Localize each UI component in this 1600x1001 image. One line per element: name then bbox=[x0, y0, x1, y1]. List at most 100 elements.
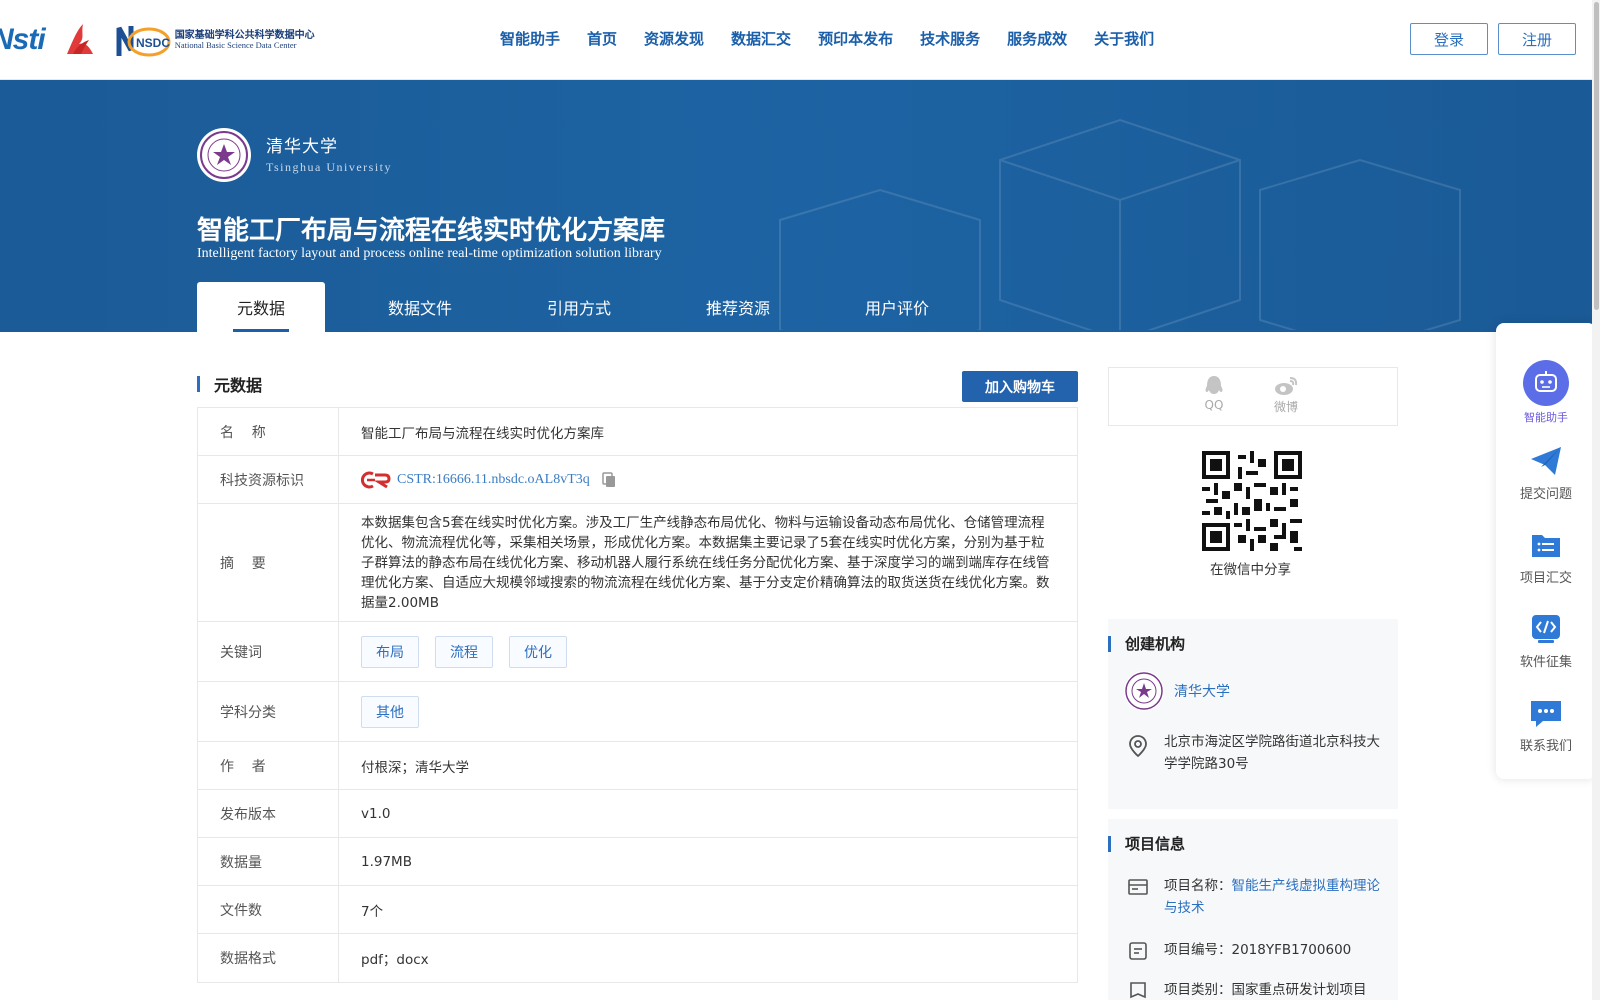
dataset-name-value: 智能工厂布局与流程在线实时优化方案库 bbox=[361, 425, 604, 442]
keywords-field: 布局 流程 优化 bbox=[339, 622, 1077, 681]
author-value: 付根深；清华大学 bbox=[361, 759, 469, 776]
float-label: 联系我们 bbox=[1519, 739, 1572, 754]
project-type-label: 项目类别： bbox=[1164, 982, 1232, 998]
float-project-submission[interactable]: 项目汇交 bbox=[1496, 529, 1596, 586]
brand-swirl-logo[interactable] bbox=[59, 20, 99, 60]
creator-card: 创建机构 清华大学 北京市海淀区学院路街道北京科技大学学院路30号 bbox=[1108, 619, 1398, 809]
share-box: QQ 微博 bbox=[1108, 367, 1398, 426]
float-ai-assistant[interactable]: 智能助手 bbox=[1496, 359, 1596, 425]
table-row: 关键词 布局 流程 优化 bbox=[198, 622, 1077, 682]
wechat-share-label: 在微信中分享 bbox=[1210, 562, 1291, 578]
nav-resource-discovery[interactable]: 资源发现 bbox=[644, 28, 704, 49]
project-card-icon bbox=[1128, 879, 1148, 895]
project-name-row: 项目名称：智能生产线虚拟重构理论与技术 bbox=[1128, 875, 1388, 919]
float-label: 提交问题 bbox=[1519, 487, 1572, 502]
logo-group: Nsti NSDC 国家基础学科公共科学数据中心 National Basic … bbox=[0, 18, 315, 62]
table-row: 科技资源标识 CSTR:16666.11.nbsdc.oAL8vT3q bbox=[198, 456, 1077, 504]
org-seal-icon bbox=[1124, 671, 1164, 711]
version-value: v1.0 bbox=[361, 805, 391, 822]
org-name-link[interactable]: 清华大学 bbox=[1174, 681, 1230, 701]
section-accent-bar bbox=[197, 376, 200, 392]
tab-user-reviews[interactable]: 用户评价 bbox=[833, 282, 961, 332]
weibo-icon bbox=[1275, 377, 1298, 395]
project-card-header: 项目信息 bbox=[1108, 833, 1185, 854]
code-icon bbox=[1532, 615, 1560, 643]
nsdc-logo[interactable]: NSDC 国家基础学科公共科学数据中心 National Basic Scien… bbox=[113, 20, 315, 60]
nav-data-submission[interactable]: 数据汇交 bbox=[731, 28, 791, 49]
float-label: 项目汇交 bbox=[1519, 571, 1572, 586]
field-label: 学科分类 bbox=[198, 682, 339, 741]
org-address: 北京市海淀区学院路街道北京科技大学学院路30号 bbox=[1164, 734, 1380, 772]
chat-bubble-icon bbox=[1531, 701, 1561, 727]
add-to-cart-button[interactable]: 加入购物车 bbox=[962, 371, 1078, 402]
subject-tag[interactable]: 其他 bbox=[361, 695, 419, 728]
metadata-section-header: 元数据 bbox=[197, 372, 262, 396]
subject-field: 其他 bbox=[339, 682, 1077, 741]
project-code-value: 2018YFB1700600 bbox=[1231, 942, 1352, 958]
nav-service-results[interactable]: 服务成效 bbox=[1007, 28, 1067, 49]
institution-name-en: Tsinghua University bbox=[266, 160, 392, 174]
data-size-value: 1.97MB bbox=[361, 853, 412, 870]
creator-card-title: 创建机构 bbox=[1125, 635, 1186, 653]
table-row: 数据量 1.97MB bbox=[198, 838, 1077, 886]
wechat-qr-code[interactable] bbox=[1202, 451, 1302, 551]
file-count-value: 7个 bbox=[361, 903, 384, 920]
field-label: 数据格式 bbox=[198, 934, 339, 982]
cstr-link[interactable]: CSTR:16666.11.nbsdc.oAL8vT3q bbox=[397, 472, 590, 488]
field-label: 摘 要 bbox=[198, 504, 339, 621]
table-row: 发布版本 v1.0 bbox=[198, 790, 1077, 838]
table-row: 名 称 智能工厂布局与流程在线实时优化方案库 bbox=[198, 408, 1077, 456]
nav-preprint[interactable]: 预印本发布 bbox=[818, 28, 893, 49]
tab-metadata[interactable]: 元数据 bbox=[197, 282, 325, 332]
svg-text:NSDC: NSDC bbox=[136, 36, 170, 50]
keyword-tag[interactable]: 布局 bbox=[361, 635, 419, 668]
dataset-title-en: Intelligent factory layout and process o… bbox=[197, 246, 662, 261]
login-button[interactable]: 登录 bbox=[1410, 23, 1488, 55]
cstr-badge-icon bbox=[361, 471, 391, 488]
share-qq-button[interactable]: QQ bbox=[1203, 374, 1225, 412]
top-header: Nsti NSDC 国家基础学科公共科学数据中心 National Basic … bbox=[0, 0, 1600, 80]
nav-home[interactable]: 首页 bbox=[587, 28, 617, 49]
float-software-call[interactable]: 软件征集 bbox=[1496, 613, 1596, 670]
institution-name-cn: 清华大学 bbox=[266, 137, 338, 157]
project-card: 项目信息 项目名称：智能生产线虚拟重构理论与技术 项目编号： 2018YFB170… bbox=[1108, 819, 1398, 1000]
dataset-banner: 清华大学 Tsinghua University 智能工厂布局与流程在线实时优化… bbox=[0, 80, 1600, 332]
keyword-tag[interactable]: 优化 bbox=[509, 635, 567, 668]
float-label: 软件征集 bbox=[1519, 655, 1572, 670]
dataset-tabs: 元数据 数据文件 引用方式 推荐资源 用户评价 bbox=[197, 282, 992, 332]
main-nav: 智能助手 首页 资源发现 数据汇交 预印本发布 技术服务 服务成效 关于我们 bbox=[500, 28, 1181, 49]
register-button[interactable]: 注册 bbox=[1498, 23, 1576, 55]
tab-recommended[interactable]: 推荐资源 bbox=[674, 282, 802, 332]
weibo-label: 微博 bbox=[1273, 400, 1298, 414]
field-label: 发布版本 bbox=[198, 790, 339, 837]
data-format-value: pdf；docx bbox=[361, 952, 429, 968]
nav-tech-services[interactable]: 技术服务 bbox=[920, 28, 980, 49]
table-row: 数据格式 pdf；docx bbox=[198, 934, 1077, 982]
project-card-title: 项目信息 bbox=[1125, 835, 1186, 853]
nav-ai-assistant[interactable]: 智能助手 bbox=[500, 28, 560, 49]
tab-data-files[interactable]: 数据文件 bbox=[356, 282, 484, 332]
bookmark-icon bbox=[1130, 982, 1146, 999]
keyword-tag[interactable]: 流程 bbox=[435, 635, 493, 668]
table-row: 文件数 7个 bbox=[198, 886, 1077, 934]
field-label: 科技资源标识 bbox=[198, 456, 339, 503]
scrollbar-thumb[interactable] bbox=[1594, 2, 1599, 310]
document-icon bbox=[1129, 942, 1147, 960]
tab-citation[interactable]: 引用方式 bbox=[515, 282, 643, 332]
table-row: 摘 要 本数据集包含5套在线实时优化方案。涉及工厂生产线静态布局优化、物料与运输… bbox=[198, 504, 1077, 622]
field-label: 文件数 bbox=[198, 886, 339, 933]
cstr-logo[interactable]: Nsti bbox=[0, 23, 46, 57]
float-contact-us[interactable]: 联系我们 bbox=[1496, 697, 1596, 754]
section-accent-bar bbox=[1108, 635, 1111, 652]
project-code-label: 项目编号： bbox=[1164, 942, 1232, 958]
share-weibo-button[interactable]: 微博 bbox=[1273, 374, 1299, 415]
nav-about-us[interactable]: 关于我们 bbox=[1094, 28, 1154, 49]
float-submit-question[interactable]: 提交问题 bbox=[1496, 445, 1596, 502]
section-accent-bar bbox=[1108, 835, 1111, 852]
nsdc-name-en: National Basic Science Data Center bbox=[174, 39, 297, 50]
tsinghua-seal-icon bbox=[200, 131, 248, 179]
copy-icon[interactable] bbox=[602, 471, 618, 488]
project-code-row: 项目编号： 2018YFB1700600 bbox=[1128, 939, 1351, 961]
field-label: 数据量 bbox=[198, 838, 339, 885]
field-label: 名 称 bbox=[198, 408, 339, 455]
